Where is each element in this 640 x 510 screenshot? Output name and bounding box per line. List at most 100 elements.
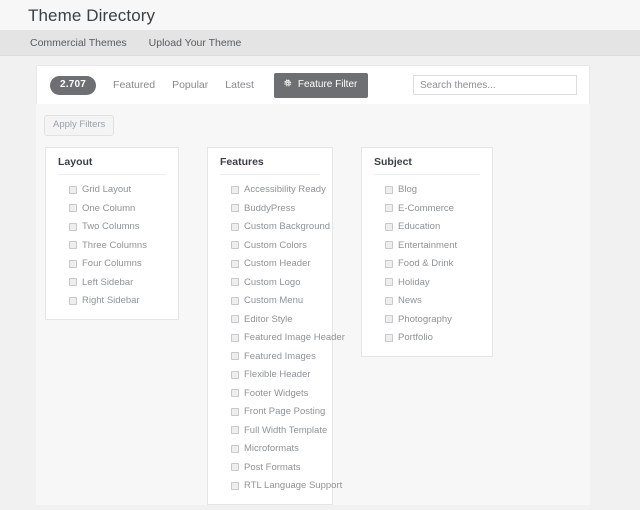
checkbox-icon[interactable]: [231, 222, 239, 231]
toolbar-link-popular[interactable]: Popular: [172, 79, 208, 91]
filter-option-label: Post Formats: [244, 461, 301, 473]
checkbox-icon[interactable]: [231, 463, 239, 472]
filter-option-label: Custom Logo: [244, 276, 301, 288]
search-input[interactable]: [413, 75, 577, 96]
filter-option-label: Two Columns: [82, 221, 140, 232]
filter-option-label: Editor Style: [244, 313, 293, 325]
filter-option[interactable]: Front Page Posting: [231, 407, 325, 417]
filter-option[interactable]: Holiday: [385, 277, 480, 288]
filter-option[interactable]: Blog: [385, 185, 480, 195]
filter-option-label: BuddyPress: [244, 202, 296, 214]
filter-option[interactable]: Flexible Header: [231, 370, 320, 380]
toolbar-link-featured[interactable]: Featured: [113, 79, 155, 91]
filter-option[interactable]: Grid Layout: [69, 185, 166, 195]
apply-filters-button[interactable]: Apply Filters: [44, 115, 115, 136]
filter-option[interactable]: Education: [385, 222, 480, 232]
checkbox-icon[interactable]: [385, 241, 393, 250]
feature-filter-label: Feature Filter: [297, 78, 358, 90]
filter-option[interactable]: Microformats: [231, 444, 320, 454]
filter-option[interactable]: Custom Header: [231, 259, 320, 269]
filter-option[interactable]: Custom Menu: [231, 296, 320, 306]
page: Theme Directory Commercial Themes Upload …: [0, 0, 640, 510]
filter-option[interactable]: Post Formats: [231, 461, 320, 473]
checkbox-icon[interactable]: [231, 259, 239, 268]
filter-option[interactable]: Food & Drink: [385, 259, 480, 269]
toolbar-link-latest[interactable]: Latest: [225, 79, 254, 91]
gear-icon: [283, 78, 292, 91]
filter-option[interactable]: Three Columns: [69, 239, 166, 251]
filter-option[interactable]: RTL Language Support: [231, 481, 342, 491]
nav-link-1[interactable]: Upload Your Theme: [149, 37, 242, 49]
checkbox-icon[interactable]: [231, 241, 239, 250]
filter-option-label: Right Sidebar: [82, 295, 140, 306]
filter-option-list: Accessibility Ready BuddyPress Custom Back…: [220, 185, 345, 491]
checkbox-icon[interactable]: [231, 296, 239, 305]
checkbox-icon[interactable]: [69, 204, 77, 213]
content-area: 2.707 Featured Popular Latest Feature Filt…: [0, 56, 640, 505]
filter-option-label: Front Page Posting: [244, 406, 326, 417]
filter-option-label: Left Sidebar: [82, 276, 134, 288]
filter-option[interactable]: One Column: [69, 203, 166, 214]
filter-option-label: Education: [398, 221, 441, 232]
filter-option[interactable]: Editor Style: [231, 313, 320, 325]
checkbox-icon[interactable]: [385, 278, 393, 287]
checkbox-icon[interactable]: [231, 389, 239, 398]
filter-option-label: Grid Layout: [82, 184, 132, 195]
checkbox-icon[interactable]: [231, 370, 239, 379]
filter-option[interactable]: Two Columns: [69, 222, 166, 232]
filter-option-label: Blog: [398, 184, 418, 195]
checkbox-icon[interactable]: [69, 241, 77, 250]
checkbox-icon[interactable]: [231, 333, 239, 342]
checkbox-icon[interactable]: [385, 185, 393, 194]
checkbox-icon[interactable]: [385, 333, 393, 342]
filter-option[interactable]: Four Columns: [69, 259, 166, 269]
filter-group-layout: Layout Grid Layout One Column Two Columns Th…: [45, 146, 179, 320]
filter-option[interactable]: Footer Widgets: [231, 388, 320, 399]
filter-option[interactable]: Portfolio: [385, 333, 480, 343]
checkbox-icon[interactable]: [231, 278, 239, 287]
filter-option-label: Featured Images: [244, 350, 316, 362]
filter-option[interactable]: Right Sidebar: [69, 296, 166, 306]
checkbox-icon[interactable]: [231, 426, 239, 435]
filter-option[interactable]: Custom Background: [231, 222, 330, 232]
filter-option[interactable]: Entertainment: [385, 239, 480, 251]
filter-option[interactable]: Left Sidebar: [69, 276, 166, 288]
checkbox-icon[interactable]: [385, 259, 393, 268]
checkbox-icon[interactable]: [231, 407, 239, 416]
checkbox-icon[interactable]: [385, 222, 393, 231]
checkbox-icon[interactable]: [385, 296, 393, 305]
filter-option[interactable]: Full Width Template: [231, 425, 327, 436]
filter-option[interactable]: Custom Logo: [231, 276, 320, 288]
filter-option[interactable]: Accessibility Ready: [231, 185, 326, 195]
filter-option[interactable]: News: [385, 296, 480, 306]
filter-option-label: Entertainment: [398, 239, 458, 251]
checkbox-icon[interactable]: [69, 296, 77, 305]
feature-filter-button[interactable]: Feature Filter: [273, 72, 369, 98]
filter-option[interactable]: BuddyPress: [231, 202, 320, 214]
checkbox-icon[interactable]: [231, 185, 239, 194]
filter-option-label: Three Columns: [82, 239, 147, 251]
filter-option[interactable]: Featured Images: [231, 350, 320, 362]
checkbox-icon[interactable]: [69, 185, 77, 194]
filter-option[interactable]: Featured Image Header: [231, 333, 345, 343]
checkbox-icon[interactable]: [231, 352, 239, 361]
checkbox-icon[interactable]: [69, 222, 77, 231]
checkbox-icon[interactable]: [69, 278, 77, 287]
filter-option-label: Featured Image Header: [244, 332, 345, 343]
nav-link-0[interactable]: Commercial Themes: [30, 37, 127, 49]
checkbox-icon[interactable]: [231, 315, 239, 324]
checkbox-icon[interactable]: [69, 259, 77, 268]
checkbox-icon[interactable]: [231, 444, 239, 453]
filter-option[interactable]: Custom Colors: [231, 239, 320, 251]
page-title: Theme Directory: [28, 5, 156, 25]
filter-option-list: Blog E-Commerce Education Entertainment Food…: [374, 185, 480, 343]
checkbox-icon[interactable]: [385, 315, 393, 324]
filter-option-label: Custom Colors: [244, 239, 307, 251]
filter-option[interactable]: E-Commerce: [385, 203, 480, 214]
filter-option-label: Four Columns: [82, 258, 142, 269]
filter-option-label: RTL Language Support: [244, 480, 343, 491]
checkbox-icon[interactable]: [231, 481, 239, 490]
checkbox-icon[interactable]: [385, 204, 393, 213]
checkbox-icon[interactable]: [231, 204, 239, 213]
filter-option[interactable]: Photography: [385, 314, 480, 325]
